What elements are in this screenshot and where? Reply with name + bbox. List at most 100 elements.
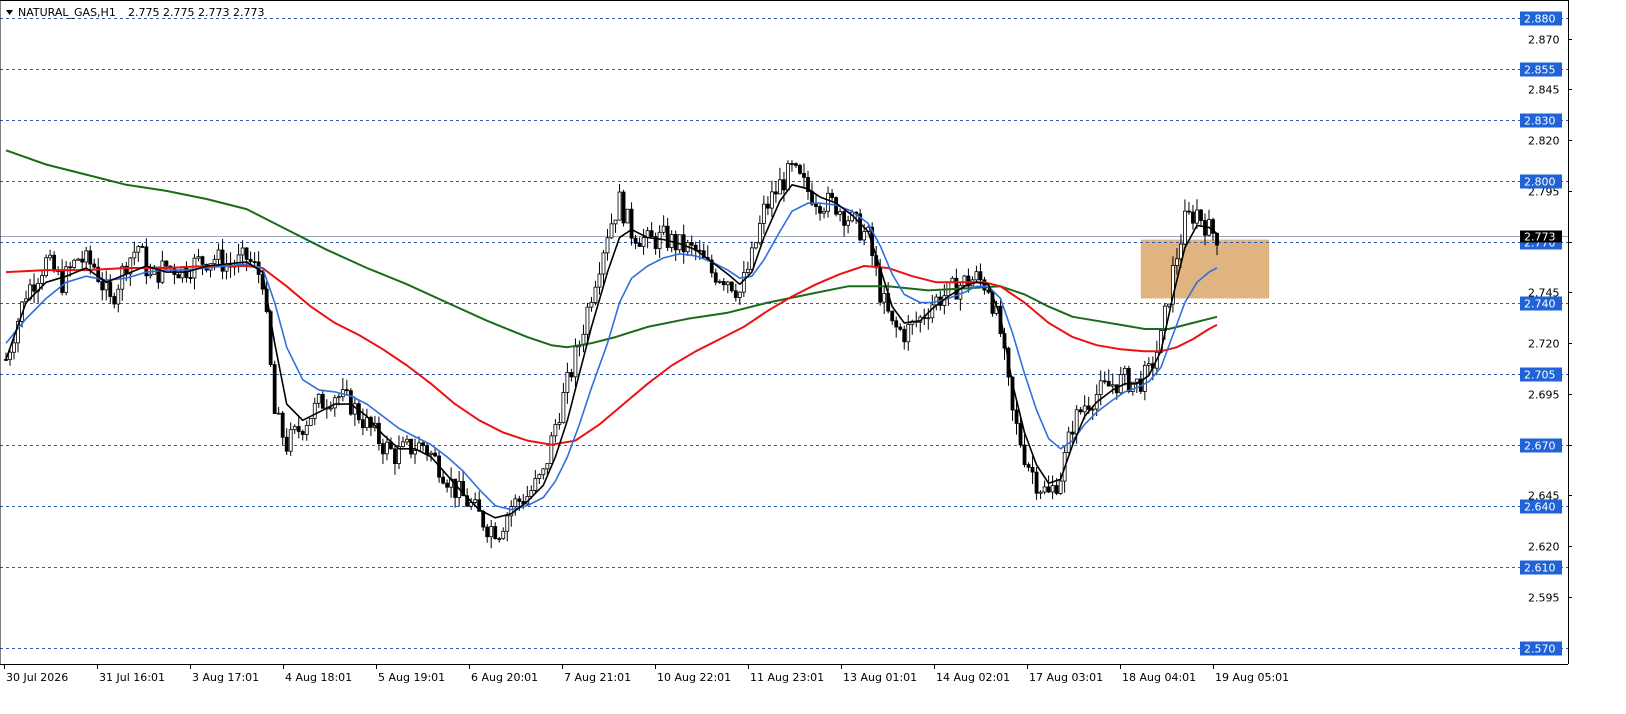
candle-body — [292, 426, 297, 431]
candle-body — [541, 468, 546, 476]
candle-body — [641, 237, 646, 247]
candle-body — [1102, 380, 1107, 383]
candle-body — [729, 281, 734, 292]
candle-body — [80, 258, 85, 263]
candle-body — [88, 250, 93, 265]
highlight-zone[interactable] — [1140, 239, 1270, 299]
candle-body — [665, 225, 670, 248]
candle-body — [140, 246, 145, 248]
candle-body — [749, 247, 754, 270]
candle-body — [1078, 409, 1083, 413]
candle-body — [1082, 405, 1087, 413]
candle-body — [894, 320, 899, 328]
candle-body — [377, 422, 381, 445]
time-tick-label: 7 Aug 21:01 — [564, 671, 631, 684]
candle-body — [352, 403, 357, 415]
candle-body — [906, 323, 911, 343]
candle-body — [677, 234, 682, 251]
candle-body — [573, 346, 578, 378]
candle-body — [1058, 480, 1063, 494]
candle-body — [661, 225, 666, 233]
candle-body — [1054, 485, 1059, 494]
candle-body — [417, 442, 421, 451]
candle-body — [332, 397, 337, 409]
candle-body — [148, 273, 153, 277]
candle-body — [216, 249, 221, 260]
price-tick-label: 2.595 — [1528, 592, 1560, 605]
candle-body — [276, 412, 281, 415]
candle-body — [84, 250, 89, 263]
candle-body — [553, 424, 558, 437]
candle-body — [1030, 466, 1035, 473]
candle-body — [846, 220, 850, 226]
candle-body — [1038, 491, 1043, 494]
candle-body — [116, 288, 121, 305]
candle-body — [336, 396, 341, 399]
candle-body — [441, 476, 445, 484]
candle-body — [974, 271, 979, 281]
candle-body — [1086, 405, 1091, 410]
candle-body — [425, 445, 429, 455]
candle-body — [802, 173, 806, 178]
candle-body — [409, 438, 413, 455]
price-tick-label: 2.820 — [1528, 135, 1560, 148]
candle-body — [545, 463, 550, 470]
candle-body — [617, 191, 622, 221]
candle-body — [100, 281, 105, 291]
candle-body — [689, 242, 694, 246]
candle-body — [76, 258, 81, 261]
candle-body — [497, 538, 502, 541]
price-chart[interactable]: 2.8702.8452.8202.7952.7702.7452.7202.695… — [0, 0, 1626, 714]
time-tick-label: 6 Aug 20:01 — [471, 671, 538, 684]
candle-body — [304, 424, 309, 435]
candle-body — [565, 372, 570, 393]
level-label-text: 2.880 — [1524, 13, 1556, 26]
candle-body — [898, 326, 903, 330]
candle-body — [489, 526, 494, 538]
candle-body — [485, 526, 490, 538]
level-label-text: 2.740 — [1524, 298, 1556, 311]
level-label-text: 2.830 — [1524, 115, 1556, 128]
candle-body — [132, 251, 137, 259]
candle-body — [296, 426, 301, 432]
price-tick-label: 2.620 — [1528, 541, 1560, 554]
candle-body — [1215, 232, 1219, 246]
candle-body — [136, 246, 141, 253]
candle-body — [320, 393, 325, 409]
candle-body — [629, 208, 634, 239]
candle-body — [798, 165, 802, 174]
candle-body — [300, 431, 305, 435]
candle-body — [288, 429, 293, 452]
candle-body — [328, 407, 333, 410]
candle-body — [72, 259, 77, 268]
candle-body — [393, 448, 397, 464]
header-ohlc: 2.775 2.775 2.773 2.773 — [128, 6, 264, 19]
candle-body — [717, 281, 722, 283]
price-tick-label: 2.695 — [1528, 389, 1560, 402]
level-label-text: 2.800 — [1524, 176, 1556, 189]
candle-body — [753, 242, 758, 249]
candle-body — [104, 281, 109, 291]
candle-body — [794, 163, 798, 166]
candle-body — [786, 163, 790, 191]
candle-body — [790, 163, 794, 165]
level-label-text: 2.640 — [1524, 501, 1556, 514]
candle-body — [1042, 486, 1047, 493]
candle-body — [625, 208, 630, 224]
candle-body — [248, 258, 253, 263]
chart-background — [0, 0, 1626, 714]
candle-body — [252, 261, 257, 264]
candle-body — [513, 498, 518, 507]
candle-body — [188, 277, 193, 279]
candle-body — [32, 284, 36, 292]
time-tick-label: 5 Aug 19:01 — [378, 671, 445, 684]
candle-body — [68, 266, 73, 269]
candle-body — [1046, 486, 1051, 493]
candle-body — [838, 211, 842, 215]
candle-body — [822, 210, 826, 214]
price-tick-label: 2.845 — [1528, 84, 1560, 97]
level-label-text: 2.570 — [1524, 643, 1556, 656]
time-tick-label: 10 Aug 22:01 — [657, 671, 731, 684]
candle-body — [533, 478, 538, 491]
candle-body — [810, 191, 814, 205]
